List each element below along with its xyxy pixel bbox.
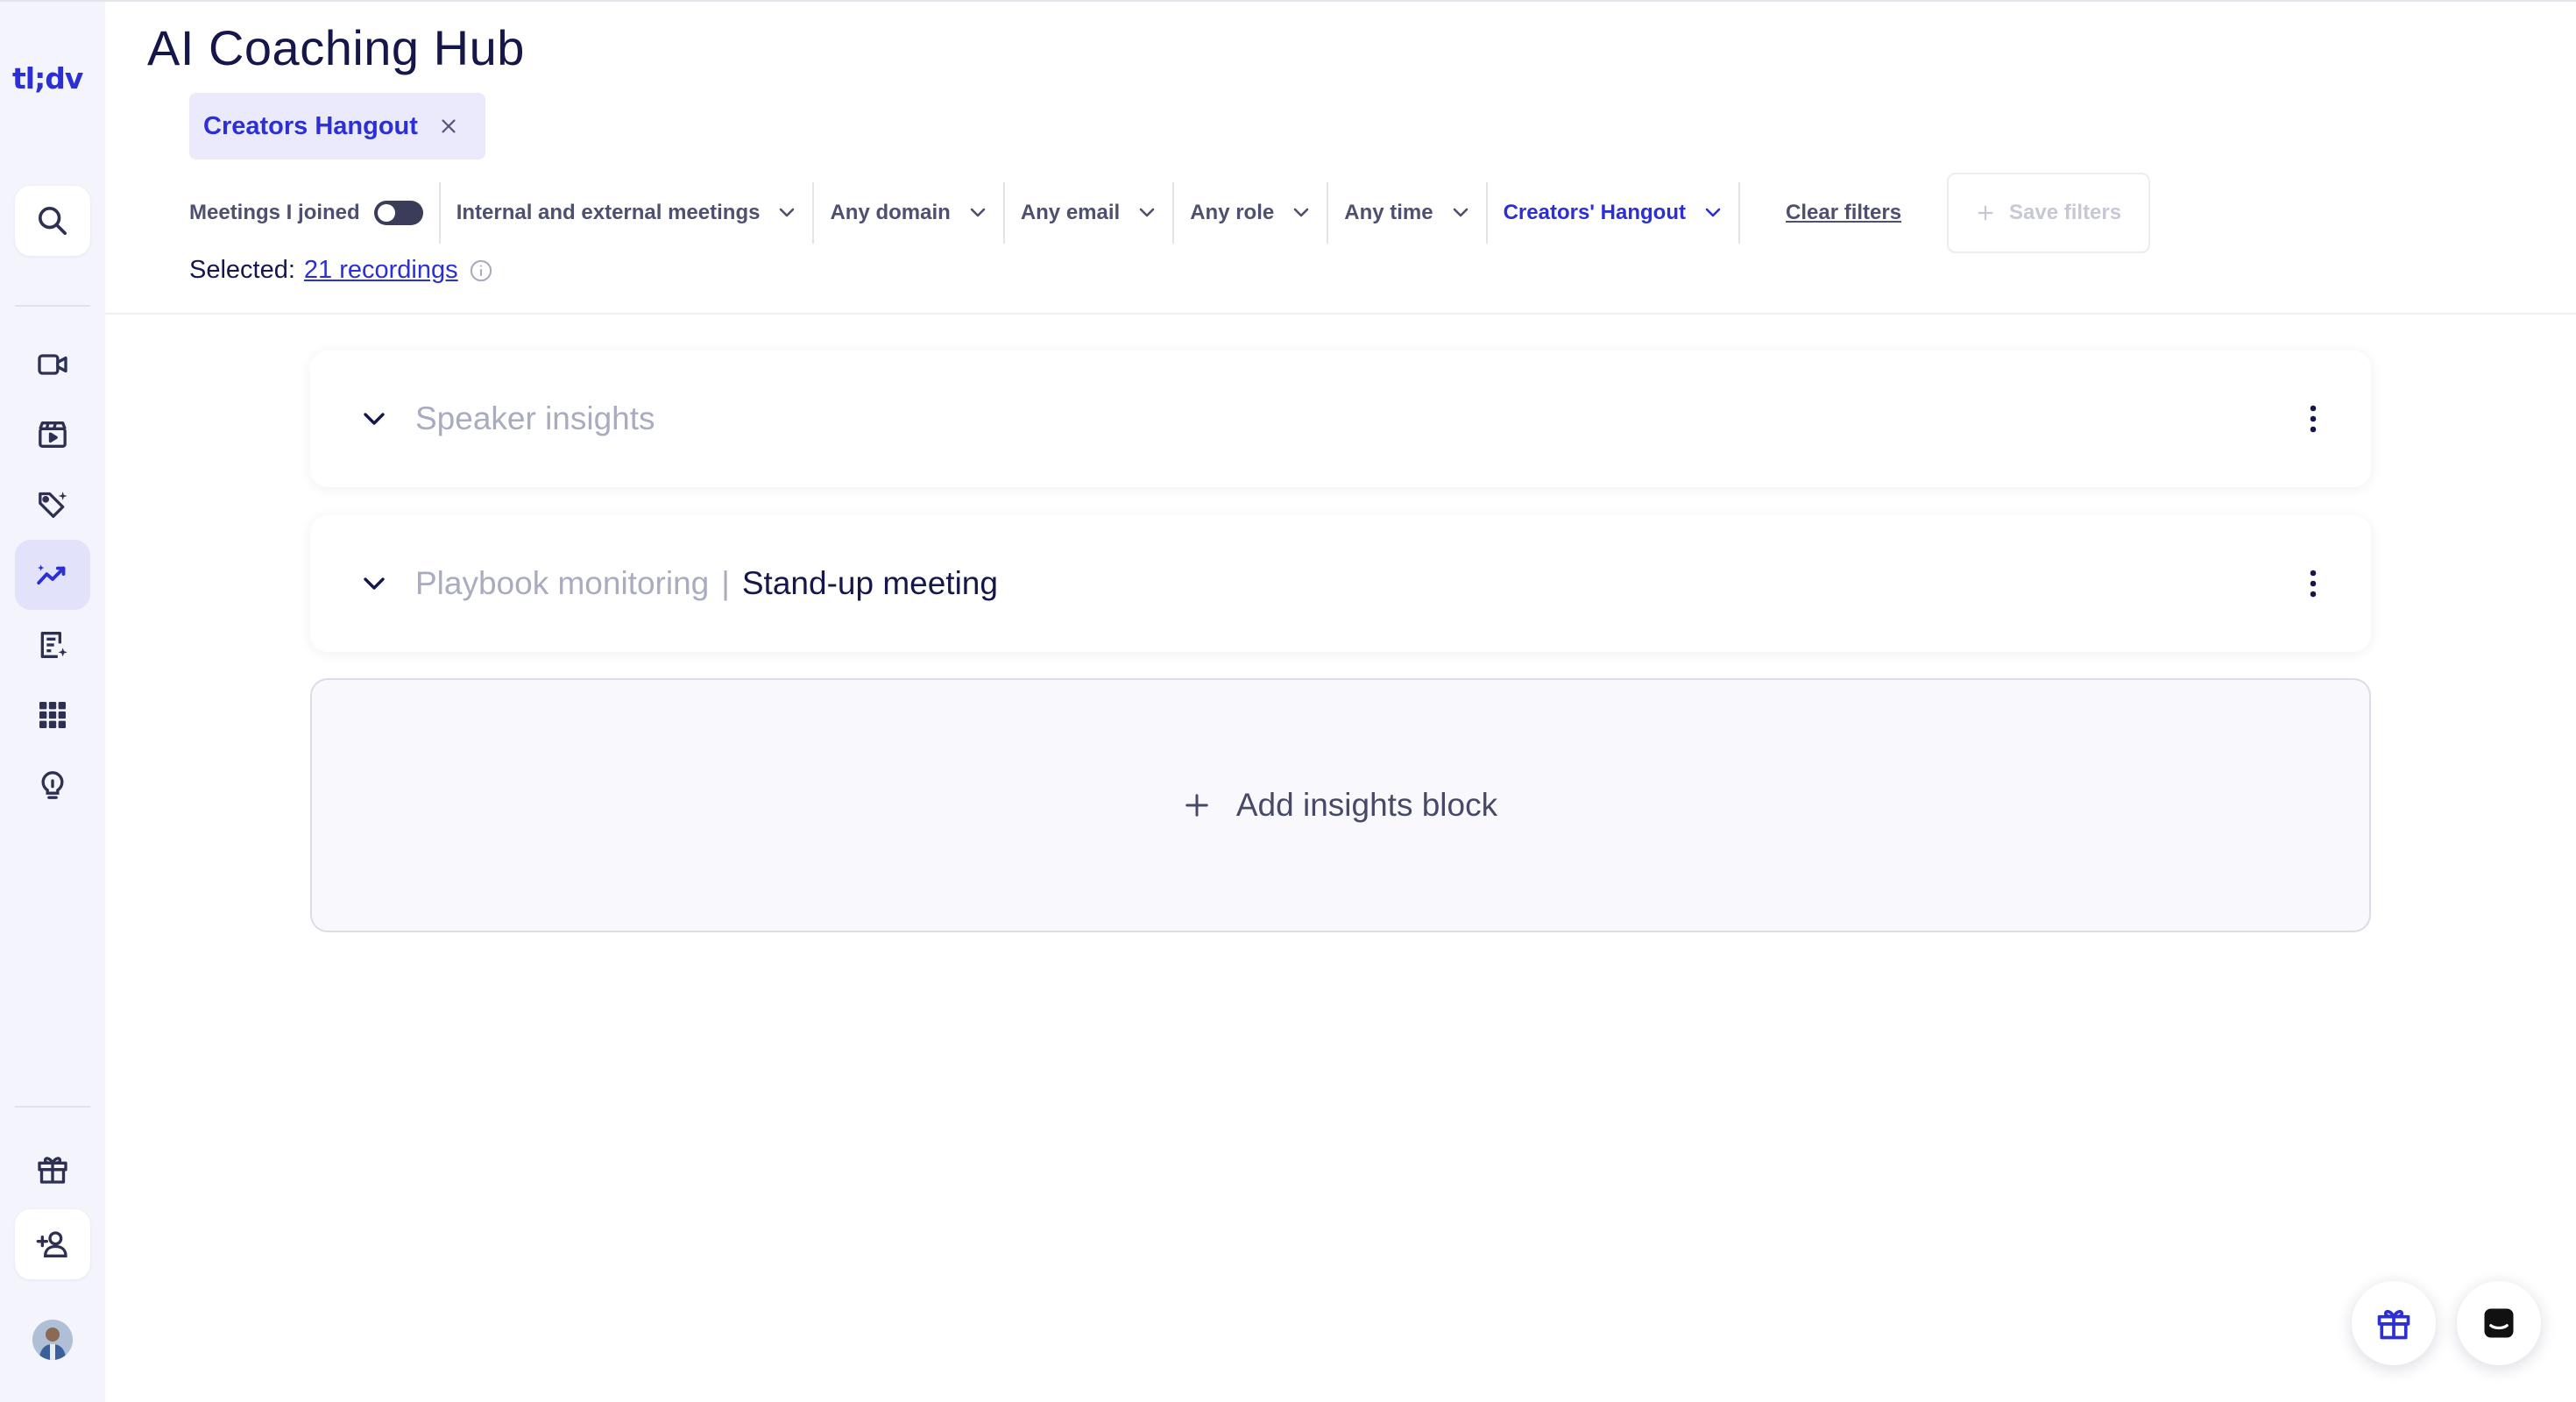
search-icon: [39, 207, 67, 235]
group-label: Creators' Hangout: [1503, 201, 1686, 224]
clear-filters-link[interactable]: Clear filters: [1786, 201, 1901, 225]
sidebar-item-integrations[interactable]: [15, 680, 90, 750]
chevron-down-icon: [1705, 208, 1721, 217]
chevron-down-icon[interactable]: [361, 575, 387, 592]
filter-chip-label: Creators Hangout: [203, 111, 418, 140]
sidebar-divider: [15, 305, 90, 307]
group-dropdown[interactable]: Creators' Hangout: [1488, 182, 1740, 244]
chat-icon: [2484, 1308, 2514, 1338]
sidebar-item-invite[interactable]: [15, 1209, 90, 1279]
add-insights-block-label: Add insights block: [1235, 787, 1498, 823]
sidebar-item-tags[interactable]: [15, 470, 90, 540]
lightbulb-icon: [41, 771, 64, 799]
top-border: [105, 0, 2576, 2]
insight-card: Playbook monitoring | Stand-up meeting: [310, 515, 2371, 652]
page-title: AI Coaching Hub: [147, 20, 525, 75]
recordings-link[interactable]: 21 recordings: [304, 256, 458, 285]
chevron-down-icon: [1293, 208, 1309, 217]
film-clapper-icon: [39, 421, 67, 448]
plus-icon: [1978, 205, 1993, 221]
domain-label: Any domain: [830, 201, 951, 224]
card-title-text: Speaker insights: [415, 400, 655, 436]
meeting-type-dropdown[interactable]: Internal and external meetings: [441, 182, 815, 244]
card-title: Speaker insights: [415, 400, 655, 437]
time-label: Any time: [1344, 201, 1433, 224]
add-insights-block-button[interactable]: Add insights block: [310, 678, 2371, 932]
gift-icon: [2377, 1309, 2410, 1340]
trend-chart-icon: [37, 564, 66, 585]
sidebar-item-rewards[interactable]: [15, 1134, 90, 1204]
chevron-down-icon: [970, 208, 986, 217]
apps-grid-icon: [39, 702, 66, 728]
sidebar-item-clips[interactable]: [15, 400, 90, 470]
role-label: Any role: [1190, 201, 1275, 224]
gift-button[interactable]: [2352, 1281, 2436, 1365]
avatar[interactable]: [32, 1320, 73, 1360]
user-avatar-image: [32, 1320, 73, 1360]
sidebar-item-meetings[interactable]: [15, 329, 90, 400]
chevron-down-icon: [1453, 208, 1468, 217]
app-logo[interactable]: tl;dv: [12, 61, 83, 96]
sidebar-divider: [15, 1106, 90, 1108]
sidebar: tl;dv: [0, 0, 105, 1402]
filter-bar: Meetings I joined Internal and external …: [189, 173, 2151, 253]
card-subtitle: Stand-up meeting: [741, 565, 998, 601]
selection-prefix: Selected:: [189, 256, 295, 284]
add-user-icon: [36, 1231, 67, 1257]
gift-icon: [38, 1157, 67, 1184]
time-dropdown[interactable]: Any time: [1328, 182, 1488, 244]
sidebar-item-search[interactable]: [15, 186, 90, 256]
chat-support-button[interactable]: [2457, 1281, 2541, 1365]
save-filters-button[interactable]: Save filters: [1947, 173, 2151, 253]
meetings-joined-filter: Meetings I joined: [189, 182, 441, 244]
role-dropdown[interactable]: Any role: [1174, 182, 1329, 244]
ai-note-icon: [40, 632, 67, 658]
card-title-separator: |: [721, 565, 730, 601]
domain-dropdown[interactable]: Any domain: [814, 182, 1005, 244]
selection-summary: Selected: 21 recordings: [189, 256, 493, 285]
more-vertical-icon[interactable]: [2308, 404, 2318, 434]
meeting-type-label: Internal and external meetings: [456, 201, 761, 224]
email-label: Any email: [1020, 201, 1121, 224]
more-vertical-icon[interactable]: [2308, 569, 2318, 598]
close-icon[interactable]: [437, 115, 460, 138]
card-title-text: Playbook monitoring: [415, 565, 710, 601]
chevron-down-icon[interactable]: [361, 410, 387, 428]
filter-chip[interactable]: Creators Hangout: [189, 93, 485, 159]
ai-tag-icon: [39, 492, 67, 518]
plus-icon: [1185, 794, 1208, 817]
header-divider: [105, 313, 2576, 315]
save-filters-label: Save filters: [2009, 201, 2122, 224]
sidebar-item-ideas[interactable]: [15, 750, 90, 820]
meetings-joined-label: Meetings I joined: [189, 201, 360, 224]
chevron-down-icon: [1139, 208, 1155, 217]
video-camera-icon: [38, 354, 67, 375]
meetings-joined-toggle[interactable]: [373, 201, 423, 225]
card-title: Playbook monitoring | Stand-up meeting: [415, 565, 998, 602]
insight-card: Speaker insights: [310, 350, 2371, 487]
sidebar-item-coaching[interactable]: [15, 540, 90, 610]
email-dropdown[interactable]: Any email: [1005, 182, 1175, 244]
chevron-down-icon: [780, 208, 795, 217]
sidebar-item-notes[interactable]: [15, 610, 90, 680]
info-icon[interactable]: [469, 258, 493, 283]
